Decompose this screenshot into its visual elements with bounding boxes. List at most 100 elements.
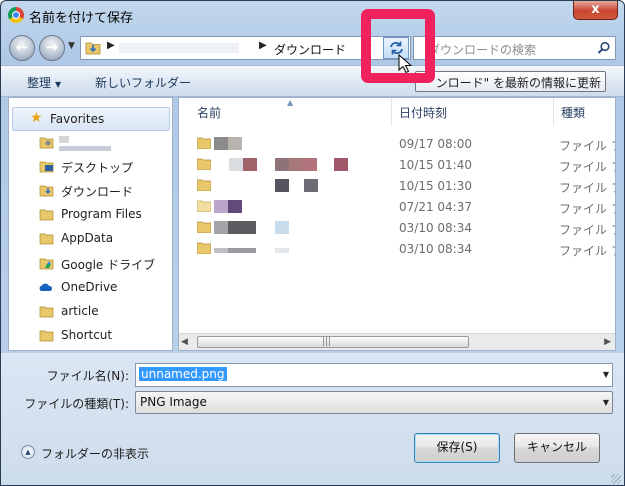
filetype-value: PNG Image: [140, 395, 207, 409]
nav-item-appdata[interactable]: AppData: [9, 228, 172, 250]
file-type: ファイル フ: [559, 202, 615, 216]
redacted-filename: [275, 158, 289, 171]
new-folder-button[interactable]: 新しいフォルダー: [95, 74, 191, 91]
column-divider[interactable]: [553, 98, 554, 126]
folder-download-icon: [85, 42, 101, 55]
history-dropdown-icon[interactable]: ▼: [68, 41, 75, 51]
forward-button[interactable]: →: [39, 35, 65, 61]
navigation-pane[interactable]: ★ Favorites デスクトップ ダウンロード Program Files …: [8, 97, 173, 351]
cancel-button[interactable]: キャンセル: [514, 433, 600, 463]
save-form: ファイル名(N): unnamed.png ▼ ファイルの種類(T): PNG …: [1, 353, 624, 485]
filetype-select[interactable]: PNG Image ▼: [135, 391, 613, 414]
redacted-filename: [228, 200, 242, 213]
chevron-up-icon: ▲: [21, 445, 35, 459]
redacted-filename: [334, 158, 348, 171]
folder-icon: [39, 330, 54, 342]
file-type: ファイル フ: [559, 223, 615, 237]
title-bar[interactable]: 名前を付けて保存 x: [1, 1, 624, 31]
redacted-filename: [303, 158, 317, 171]
folder-icon: [197, 158, 211, 170]
folder-icon: [39, 209, 54, 221]
refresh-tooltip: ンロード" を最新の情報に更新: [415, 71, 606, 92]
column-header-date[interactable]: 日付時刻: [393, 98, 553, 126]
redacted-filename: [275, 248, 289, 253]
nav-item-article[interactable]: article: [9, 301, 172, 323]
nav-item-downloads[interactable]: ダウンロード: [9, 180, 172, 202]
folder-icon: [197, 242, 211, 254]
file-row[interactable]: 03/10 08:34 ファイル フ: [179, 238, 615, 259]
file-date: 10/15 01:40: [399, 158, 472, 172]
file-list-pane[interactable]: ▲ 名前 日付時刻 種類 09/17 08:00 ファイル フ 10/15 01…: [178, 97, 616, 351]
mouse-cursor-icon: [398, 54, 412, 74]
breadcrumb-separator-icon[interactable]: ▶: [107, 40, 115, 51]
redacted-name: [59, 136, 69, 143]
redacted-filename: [228, 137, 242, 150]
downloads-folder-icon: [39, 185, 54, 197]
file-type: ファイル フ: [559, 139, 615, 153]
scrollbar-thumb[interactable]: |||: [197, 336, 469, 348]
nav-item-label: article: [61, 304, 99, 318]
file-date: 03/10 08:34: [399, 242, 472, 256]
redacted-filename: [228, 221, 256, 234]
nav-item-label: Program Files: [61, 207, 142, 221]
nav-item-shortcut[interactable]: Shortcut: [9, 325, 172, 347]
file-row[interactable]: 03/10 08:34 ファイル フ: [179, 217, 615, 238]
filename-input[interactable]: unnamed.png ▼: [135, 363, 613, 387]
nav-item-label: ダウンロード: [61, 185, 134, 199]
redacted-filename: [304, 179, 318, 192]
organize-label: 整理: [27, 76, 52, 90]
file-date: 09/17 08:00: [399, 137, 472, 151]
nav-item-program-files[interactable]: Program Files: [9, 204, 172, 226]
organize-menu-button[interactable]: 整理 ▼: [27, 74, 61, 91]
back-button[interactable]: ←: [9, 35, 35, 61]
nav-item-label: OneDrive: [61, 280, 118, 294]
scroll-left-icon[interactable]: ◀: [181, 337, 188, 347]
redacted-filename: [243, 158, 257, 171]
column-divider[interactable]: [391, 98, 392, 126]
save-button[interactable]: 保存(S): [414, 433, 500, 463]
folder-icon: [197, 179, 211, 191]
chrome-app-icon: [8, 7, 24, 23]
file-date: 07/21 04:37: [399, 200, 472, 214]
onedrive-cloud-icon: [39, 283, 53, 291]
grip-icon: |||: [322, 337, 332, 347]
nav-item-label: Shortcut: [61, 328, 113, 342]
nav-item-desktop[interactable]: デスクトップ: [9, 156, 172, 178]
nav-item-onedrive[interactable]: OneDrive: [9, 277, 172, 299]
chevron-down-icon: ▼: [602, 398, 609, 407]
redacted-filename: [275, 221, 289, 234]
star-icon: ★: [30, 110, 43, 126]
file-row[interactable]: 10/15 01:40 ファイル フ: [179, 154, 615, 175]
filename-label: ファイル名(N):: [46, 369, 129, 383]
folder-icon: [197, 200, 211, 212]
close-button[interactable]: x: [573, 1, 618, 20]
breadcrumb-redacted: [119, 43, 239, 53]
hide-folders-label: フォルダーの非表示: [41, 447, 150, 461]
horizontal-scrollbar[interactable]: ◀ ||| ▶: [179, 333, 615, 350]
redacted-filename: [229, 158, 243, 171]
breadcrumb-separator-icon[interactable]: ▶: [259, 40, 267, 51]
column-header-name[interactable]: 名前: [191, 98, 391, 126]
search-input[interactable]: ダウンロードの検索: [413, 36, 616, 60]
folder-icon: [39, 233, 54, 245]
nav-favorites[interactable]: ★ Favorites: [9, 109, 172, 131]
file-row[interactable]: 09/17 08:00 ファイル フ: [179, 133, 615, 154]
file-row[interactable]: 10/15 01:30 ファイル フ: [179, 175, 615, 196]
file-date: 03/10 08:34: [399, 221, 472, 235]
redacted-filename: [275, 179, 289, 192]
nav-item-google-drive[interactable]: Google ドライブ: [9, 253, 172, 275]
file-type: ファイル フ: [559, 244, 615, 258]
file-row[interactable]: 07/21 04:37 ファイル フ: [179, 196, 615, 217]
column-header-type[interactable]: 種類: [555, 98, 615, 126]
chevron-down-icon[interactable]: ▼: [603, 370, 609, 379]
scroll-right-icon[interactable]: ▶: [604, 337, 611, 347]
nav-item-user[interactable]: [9, 132, 172, 154]
redacted-filename: [228, 248, 256, 253]
breadcrumb-downloads[interactable]: ダウンロード: [274, 41, 346, 58]
resize-grip[interactable]: [611, 474, 621, 484]
folder-icon: [197, 137, 211, 149]
redacted-filename: [214, 248, 228, 253]
search-icon[interactable]: [597, 41, 611, 55]
redacted-filename: [214, 137, 228, 150]
nav-item-label: Google ドライブ: [61, 258, 156, 272]
